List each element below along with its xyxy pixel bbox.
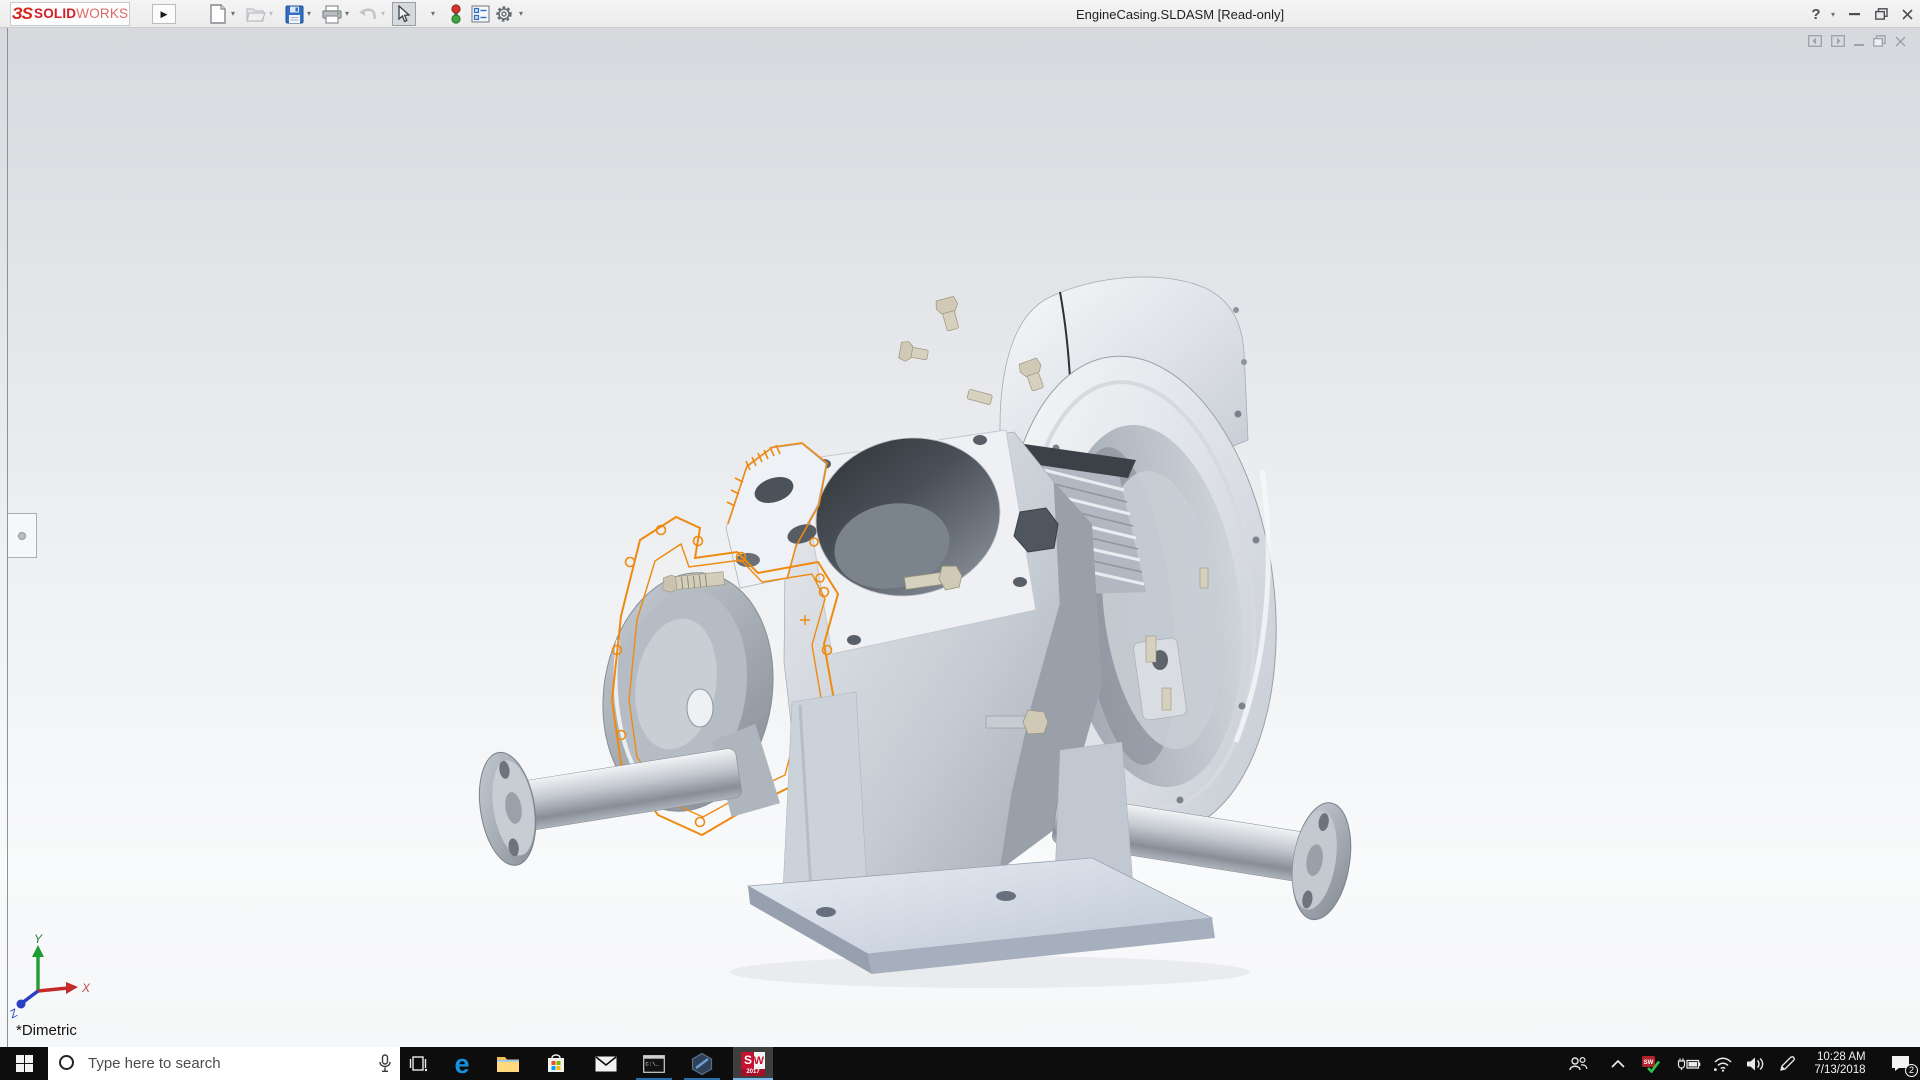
orientation-triad: Y X Z (8, 933, 91, 1022)
command-prompt-button[interactable]: C:\_ (634, 1047, 674, 1080)
people-icon (1569, 1056, 1588, 1070)
undo-dropdown-caret: ▾ (380, 9, 385, 18)
wifi-icon (1714, 1057, 1732, 1072)
solidworks-taskbar-button[interactable]: S W 2017 (733, 1047, 773, 1080)
desktop: ЗS SOLIDWORKS ▶ ▾ ▾ ▾ ▾ ▾ ▾ ▾ EngineCasi… (0, 0, 1920, 1080)
mail-icon (595, 1055, 617, 1071)
x-axis-arrow (66, 982, 78, 994)
battery-tray[interactable] (1674, 1047, 1704, 1080)
volume-tray[interactable] (1740, 1047, 1770, 1080)
y-axis-arrow (32, 945, 44, 957)
undo-icon (359, 8, 377, 20)
save-button[interactable] (282, 2, 306, 26)
hexagon-app-icon (691, 1052, 713, 1075)
start-button[interactable] (0, 1047, 48, 1080)
cortana-icon (59, 1055, 74, 1070)
windows-logo-icon (15, 1055, 33, 1072)
undo-button (356, 2, 380, 26)
options-button[interactable] (492, 2, 516, 26)
open-folder-icon (246, 8, 266, 22)
select-button[interactable] (392, 2, 416, 26)
brand-works: WORKS (76, 6, 129, 21)
app-restore-button[interactable] (1870, 0, 1892, 28)
task-view-icon (409, 1056, 428, 1072)
stoplight-icon (451, 4, 461, 24)
rebuild-stoplight-button[interactable] (444, 2, 468, 26)
chevron-up-icon (1611, 1059, 1625, 1068)
menu-flyout-arrow-button[interactable]: ▶ (152, 4, 176, 24)
graphics-area[interactable]: Y X Z *Dimetric (0, 28, 1920, 1047)
z-axis-label: Z (8, 1007, 21, 1022)
cmd-label: C:\_ (646, 1060, 660, 1067)
hexagon-app-button[interactable] (682, 1047, 722, 1080)
x-axis-label: X (81, 981, 91, 995)
component-properties-button[interactable] (468, 2, 492, 26)
solidworks-2017-icon: S W 2017 (741, 1051, 765, 1076)
pen-icon (1779, 1056, 1795, 1071)
view-orientation-label: *Dimetric (16, 1022, 77, 1039)
new-document-button[interactable] (206, 2, 230, 26)
engine-casing-model[interactable] (0, 28, 1920, 1047)
edge-icon: e (454, 1048, 470, 1079)
file-explorer-icon (497, 1057, 519, 1072)
close-icon (1901, 8, 1913, 20)
app-close-button[interactable] (1896, 0, 1918, 28)
help-button[interactable]: ? (1806, 0, 1826, 28)
svg-text:SW: SW (1644, 1060, 1654, 1066)
search-input[interactable] (88, 1047, 358, 1080)
solidworks-check-icon: SW (1642, 1055, 1661, 1073)
select-cursor-icon (398, 5, 411, 23)
solidworks-logo[interactable]: ЗS SOLIDWORKS (10, 2, 130, 26)
people-button[interactable] (1562, 1047, 1594, 1080)
tray-time: 10:28 AM (1816, 1050, 1866, 1063)
app-titlebar[interactable]: ЗS SOLIDWORKS ▶ ▾ ▾ ▾ ▾ ▾ ▾ ▾ EngineCasi… (0, 0, 1920, 28)
model-geometry[interactable] (472, 276, 1358, 988)
notification-badge: 2 (1905, 1064, 1918, 1077)
print-icon (322, 4, 342, 24)
y-axis-label: Y (34, 933, 43, 946)
tray-overflow-button[interactable] (1604, 1047, 1632, 1080)
store-button[interactable] (536, 1047, 576, 1080)
properties-list-icon (470, 5, 490, 23)
action-center-button[interactable]: 2 (1880, 1047, 1920, 1080)
options-dropdown-caret[interactable]: ▾ (516, 8, 526, 20)
tray-date: 7/13/2018 (1814, 1063, 1866, 1076)
wifi-status-dot (1714, 1067, 1717, 1071)
print-button[interactable] (320, 2, 344, 26)
solidworks-monitor-tray[interactable]: SW (1636, 1047, 1666, 1080)
z-axis-ball (16, 999, 26, 1009)
minimize-icon (1848, 12, 1860, 15)
task-view-button[interactable] (398, 1047, 438, 1080)
file-explorer-button[interactable] (488, 1047, 528, 1080)
document-title: EngineCasing.SLDASM [Read-only] (1076, 7, 1285, 22)
gear-icon (496, 6, 512, 22)
new-dropdown-caret[interactable]: ▾ (228, 8, 238, 20)
open-button[interactable] (244, 2, 268, 26)
wifi-tray[interactable] (1708, 1047, 1738, 1080)
new-document-icon (210, 4, 226, 24)
windows-ink-tray[interactable] (1772, 1047, 1802, 1080)
mail-button[interactable] (586, 1047, 626, 1080)
battery-charging-icon (1677, 1058, 1701, 1070)
save-floppy-icon (285, 5, 303, 23)
brand-solid: SOLID (33, 6, 77, 21)
clock-tray[interactable]: 10:28 AM 7/13/2018 (1804, 1047, 1876, 1080)
print-dropdown-caret[interactable]: ▾ (342, 8, 352, 20)
edge-button[interactable]: e (442, 1047, 482, 1080)
solidworks-glyph: ЗS (11, 4, 33, 23)
store-icon (548, 1054, 564, 1072)
speaker-icon (1746, 1057, 1763, 1070)
command-prompt-icon: C:\_ (643, 1054, 665, 1073)
microphone-icon[interactable] (378, 1054, 392, 1073)
restore-icon (1874, 8, 1888, 20)
open-dropdown-caret: ▾ (268, 9, 273, 18)
app-minimize-button[interactable] (1844, 0, 1864, 28)
taskbar-search[interactable] (48, 1047, 400, 1080)
help-dropdown-caret[interactable]: ▾ (1828, 9, 1838, 21)
save-dropdown-caret[interactable]: ▾ (304, 8, 314, 20)
windows-taskbar: e (0, 1047, 1920, 1080)
select-dropdown-caret[interactable]: ▾ (428, 8, 438, 20)
